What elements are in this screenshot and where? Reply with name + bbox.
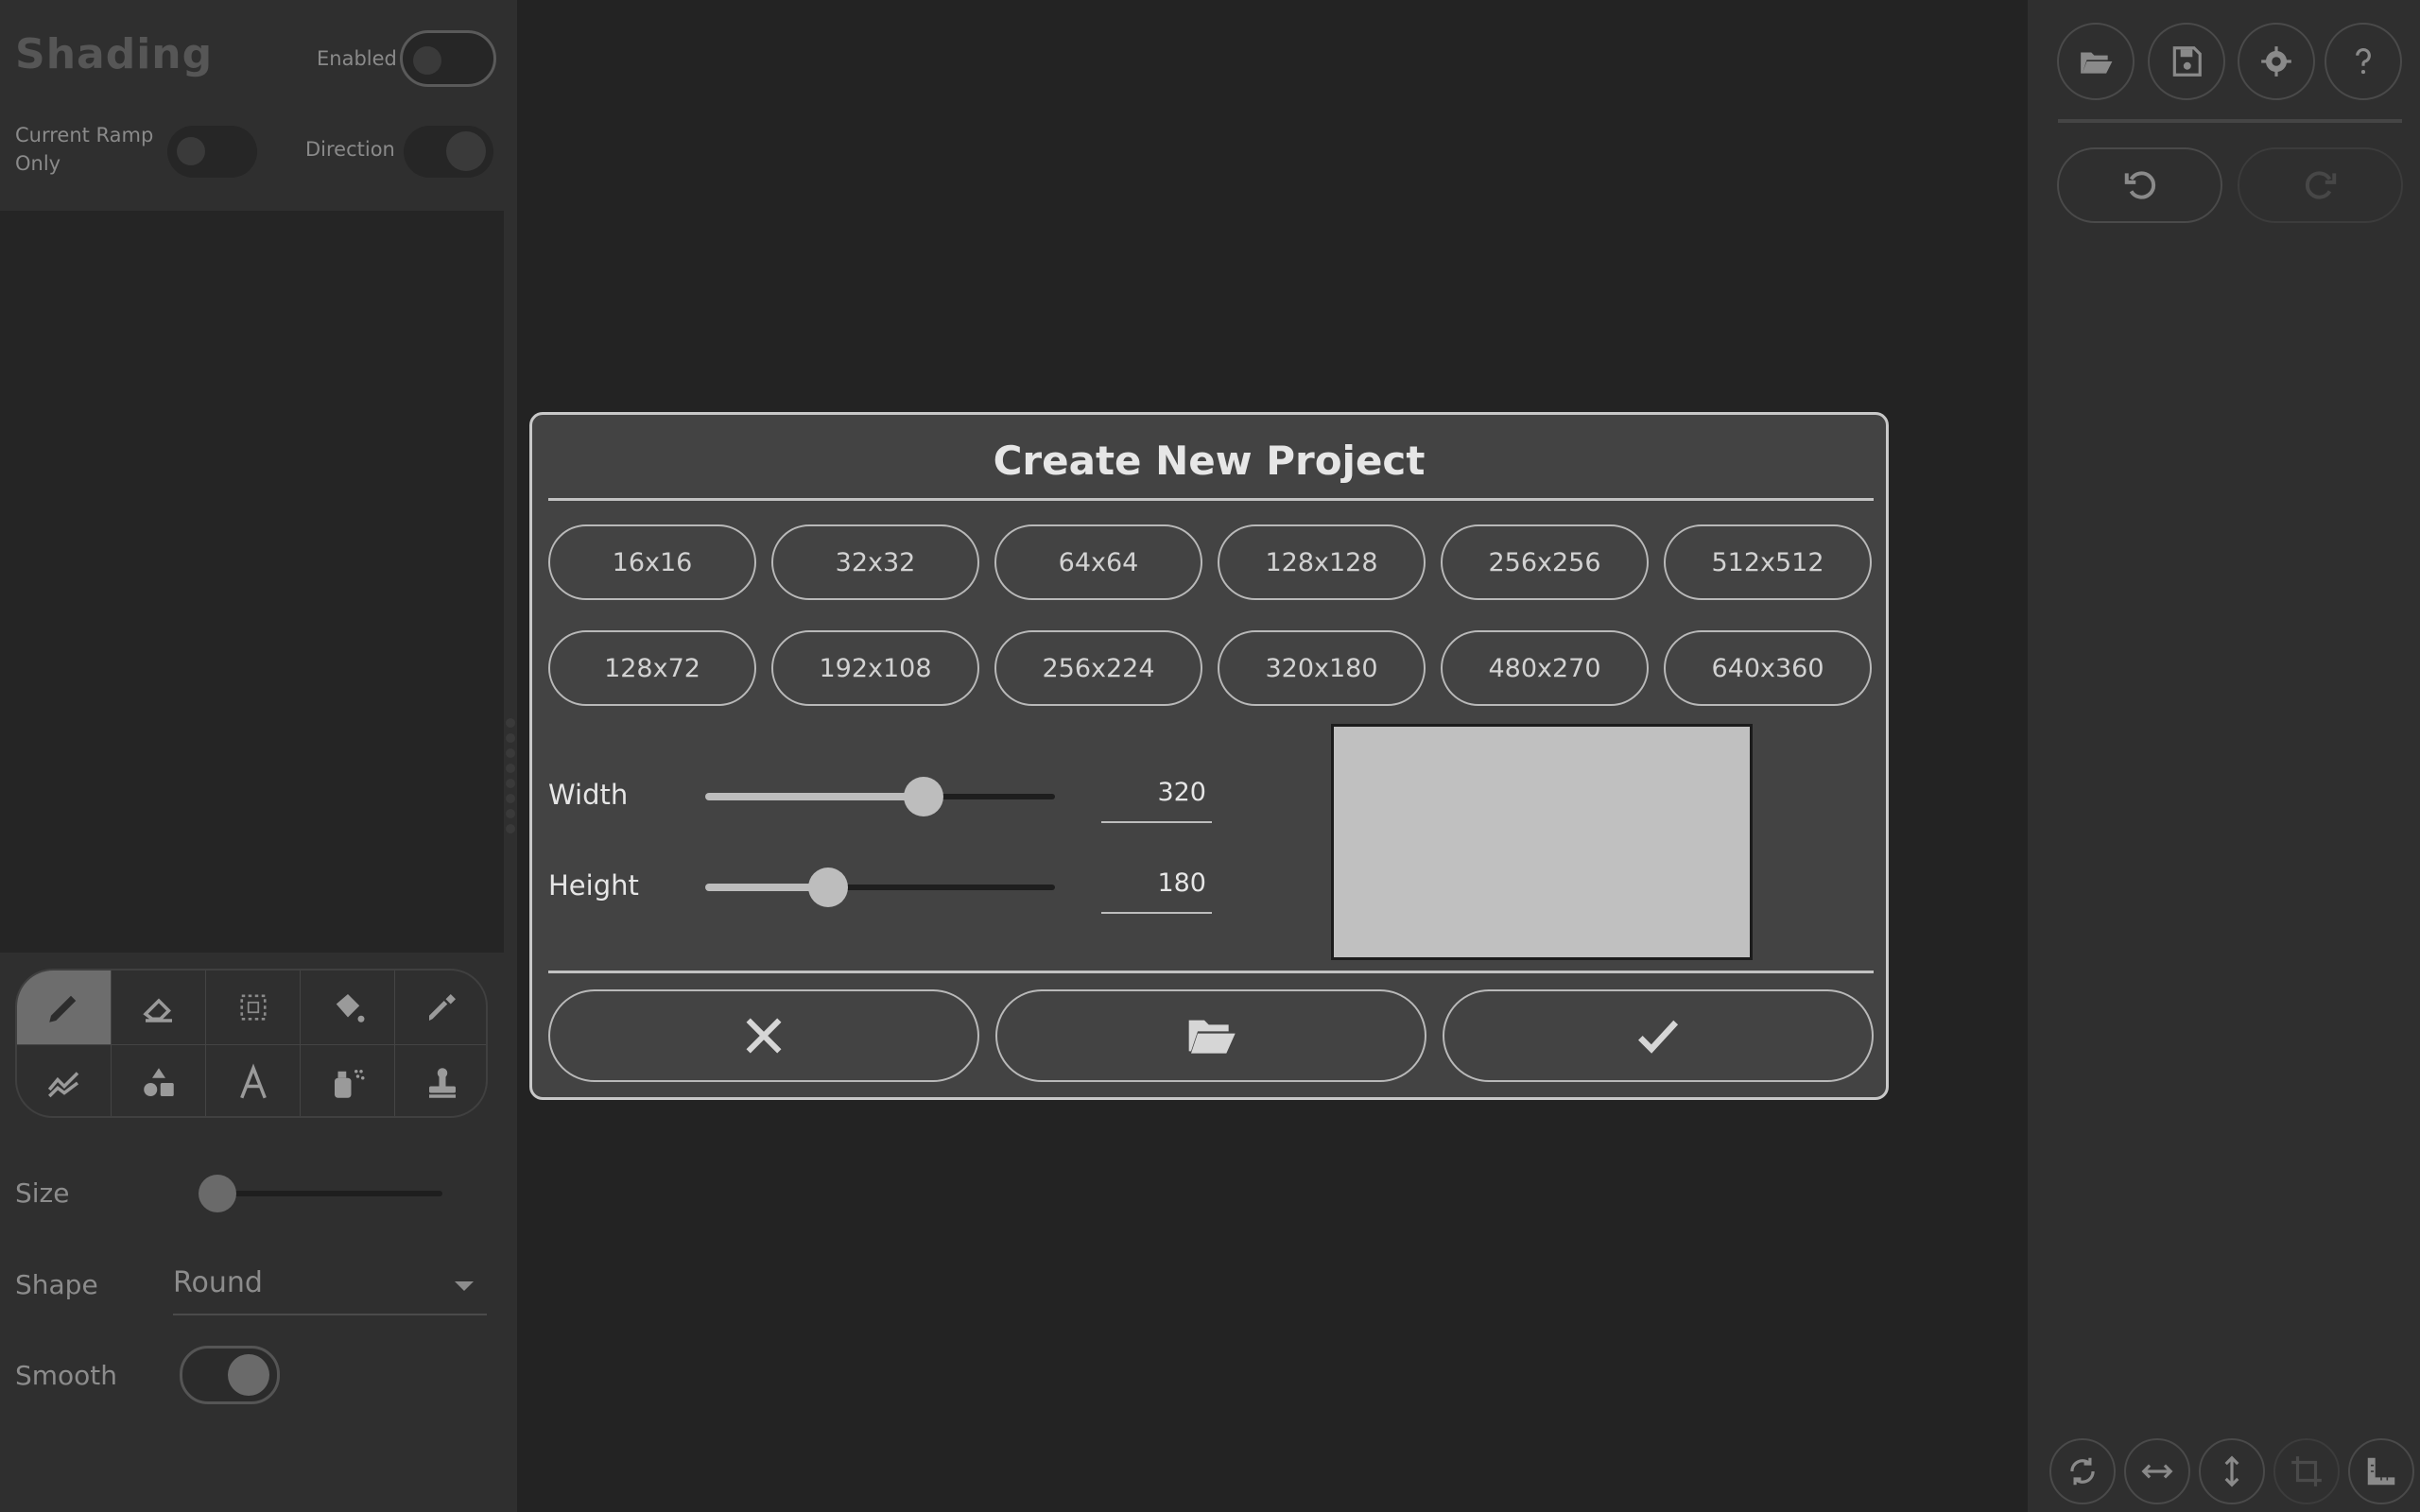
flip-horizontal-button[interactable]: [2124, 1438, 2190, 1504]
redo-icon: [2305, 171, 2336, 199]
ruler-button[interactable]: [2348, 1438, 2414, 1504]
left-resize-handle[interactable]: [506, 718, 515, 839]
height-label: Height: [548, 869, 639, 902]
size-label: Size: [15, 1177, 70, 1209]
shapes-icon: [143, 1067, 174, 1096]
actions-divider: [548, 971, 1874, 973]
canvas-size-preview: [1331, 724, 1753, 960]
size-slider-knob[interactable]: [199, 1175, 236, 1212]
checkmark-icon: [1638, 1020, 1679, 1054]
width-slider-fill: [705, 793, 923, 800]
pencil-tool[interactable]: [17, 971, 112, 1045]
rotate-icon: [2070, 1457, 2095, 1486]
enabled-toggle[interactable]: [400, 30, 496, 87]
preset-button[interactable]: 32x32: [771, 524, 979, 600]
title-divider: [548, 498, 1874, 501]
chevron-down-icon: [455, 1281, 474, 1291]
shape-dropdown[interactable]: Round: [173, 1257, 487, 1315]
redo-button[interactable]: [2238, 147, 2403, 223]
select-tool[interactable]: [206, 971, 301, 1045]
selection-icon: [239, 994, 267, 1021]
width-input[interactable]: 320: [1101, 768, 1212, 823]
shape-dropdown-value: Round: [173, 1266, 263, 1299]
ramp-preview-area: [0, 211, 504, 953]
left-panel: Shading Enabled Current Ramp Only Direct…: [0, 0, 517, 1512]
direction-toggle[interactable]: [404, 126, 493, 178]
eraser-tool[interactable]: [112, 971, 206, 1045]
shape-label: Shape: [15, 1269, 98, 1300]
close-icon: [746, 1018, 782, 1054]
folder-open-icon: [1188, 1020, 1236, 1054]
width-slider-knob[interactable]: [904, 777, 943, 816]
folder-open-icon: [2081, 52, 2113, 74]
preset-button[interactable]: 512x512: [1664, 524, 1872, 600]
preset-button[interactable]: 480x270: [1441, 630, 1649, 706]
dialog-title: Create New Project: [993, 438, 1426, 484]
height-input[interactable]: 180: [1101, 859, 1212, 914]
shading-tool[interactable]: [17, 1045, 112, 1116]
panel-title: Shading: [15, 30, 214, 78]
stamp-icon: [429, 1067, 456, 1098]
eraser-icon: [142, 998, 172, 1022]
pencil-icon: [48, 995, 76, 1022]
width-label: Width: [548, 779, 629, 811]
text-tool[interactable]: [206, 1045, 301, 1116]
preset-button[interactable]: 320x180: [1218, 630, 1426, 706]
cancel-button[interactable]: [548, 989, 979, 1082]
eyedropper-tool[interactable]: [395, 971, 486, 1045]
ruler-icon: [2367, 1457, 2395, 1486]
text-icon: [239, 1062, 267, 1098]
spray-tool[interactable]: [301, 1045, 395, 1116]
help-icon: [2356, 47, 2371, 75]
current-ramp-toggle[interactable]: [167, 126, 257, 178]
preset-button[interactable]: 128x72: [548, 630, 756, 706]
enabled-label: Enabled: [317, 47, 397, 70]
preset-button[interactable]: 640x360: [1664, 630, 1872, 706]
preset-button[interactable]: 192x108: [771, 630, 979, 706]
stamp-tool[interactable]: [395, 1045, 486, 1116]
flip-vertical-button[interactable]: [2199, 1438, 2265, 1504]
spray-can-icon: [334, 1069, 364, 1098]
save-button[interactable]: [2148, 23, 2225, 100]
preset-button[interactable]: 128x128: [1218, 524, 1426, 600]
height-slider-knob[interactable]: [808, 868, 848, 907]
fill-tool[interactable]: [301, 971, 395, 1045]
save-icon: [2172, 46, 2202, 77]
rotate-button[interactable]: [2049, 1438, 2116, 1504]
preset-button[interactable]: 64x64: [994, 524, 1202, 600]
horizontal-arrows-icon: [2141, 1464, 2173, 1479]
preset-button[interactable]: 256x224: [994, 630, 1202, 706]
create-project-dialog: Create New Project 16x16 32x32 64x64 128…: [529, 412, 1889, 1100]
settings-button[interactable]: [2238, 23, 2315, 100]
open-file-button[interactable]: [2057, 23, 2135, 100]
crop-icon: [2291, 1456, 2322, 1486]
eyedropper-icon: [429, 994, 456, 1021]
smooth-toggle[interactable]: [180, 1346, 280, 1404]
undo-button[interactable]: [2057, 147, 2222, 223]
crop-button[interactable]: [2273, 1438, 2340, 1504]
direction-label: Direction: [305, 138, 395, 161]
smooth-label: Smooth: [15, 1360, 118, 1391]
shading-icon: [47, 1071, 78, 1097]
preset-button[interactable]: 256x256: [1441, 524, 1649, 600]
size-slider-track[interactable]: [214, 1191, 442, 1196]
open-project-button[interactable]: [995, 989, 1426, 1082]
undo-icon: [2124, 171, 2155, 199]
help-button[interactable]: [2325, 23, 2402, 100]
tool-grid: [15, 969, 488, 1118]
paint-bucket-icon: [336, 994, 364, 1022]
gear-icon: [2261, 46, 2291, 77]
app-root: Shading Enabled Current Ramp Only Direct…: [0, 0, 2420, 1512]
panel-divider: [2058, 119, 2402, 123]
confirm-button[interactable]: [1443, 989, 1874, 1082]
current-ramp-label: Current Ramp Only: [15, 124, 154, 175]
preset-button[interactable]: 16x16: [548, 524, 756, 600]
vertical-arrows-icon: [2224, 1455, 2239, 1487]
right-panel: [2028, 0, 2420, 1512]
shapes-tool[interactable]: [112, 1045, 206, 1116]
